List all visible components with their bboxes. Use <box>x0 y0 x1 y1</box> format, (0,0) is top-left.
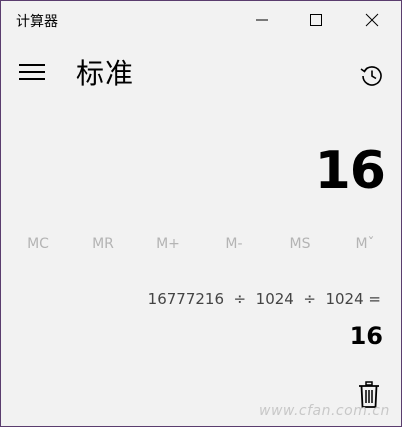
history-clock-icon <box>360 66 382 86</box>
memory-subtract-button[interactable]: M- <box>205 229 263 259</box>
memory-clear-button[interactable]: MC <box>9 229 67 259</box>
history-button[interactable] <box>357 61 387 91</box>
history-result[interactable]: 16 <box>350 322 383 350</box>
minimize-button[interactable] <box>239 1 285 39</box>
hamburger-menu-icon <box>19 64 45 80</box>
mode-title: 标准 <box>76 57 135 90</box>
title-bar[interactable]: 计算器 <box>1 1 401 39</box>
memory-row: MC MR M+ M- MS Mˇ <box>1 229 401 259</box>
memory-list-button[interactable]: Mˇ <box>336 229 394 259</box>
maximize-button[interactable] <box>293 1 339 39</box>
history-expression[interactable]: 16777216 ÷ 1024 ÷ 1024 = <box>148 290 381 308</box>
minimize-icon <box>256 19 268 21</box>
close-icon <box>365 13 379 27</box>
memory-store-button[interactable]: MS <box>271 229 329 259</box>
maximize-icon <box>310 14 322 26</box>
watermark: www.cfan.com.cn <box>259 403 390 419</box>
result-display: 16 <box>314 141 386 201</box>
memory-recall-button[interactable]: MR <box>74 229 132 259</box>
navigation-menu-button[interactable] <box>15 57 49 87</box>
app-title: 计算器 <box>16 14 58 30</box>
memory-add-button[interactable]: M+ <box>139 229 197 259</box>
close-button[interactable] <box>349 1 395 39</box>
calculator-window: 计算器 标准 16 MC MR M+ M- MS Mˇ 16777216 ÷ 1… <box>0 0 402 427</box>
